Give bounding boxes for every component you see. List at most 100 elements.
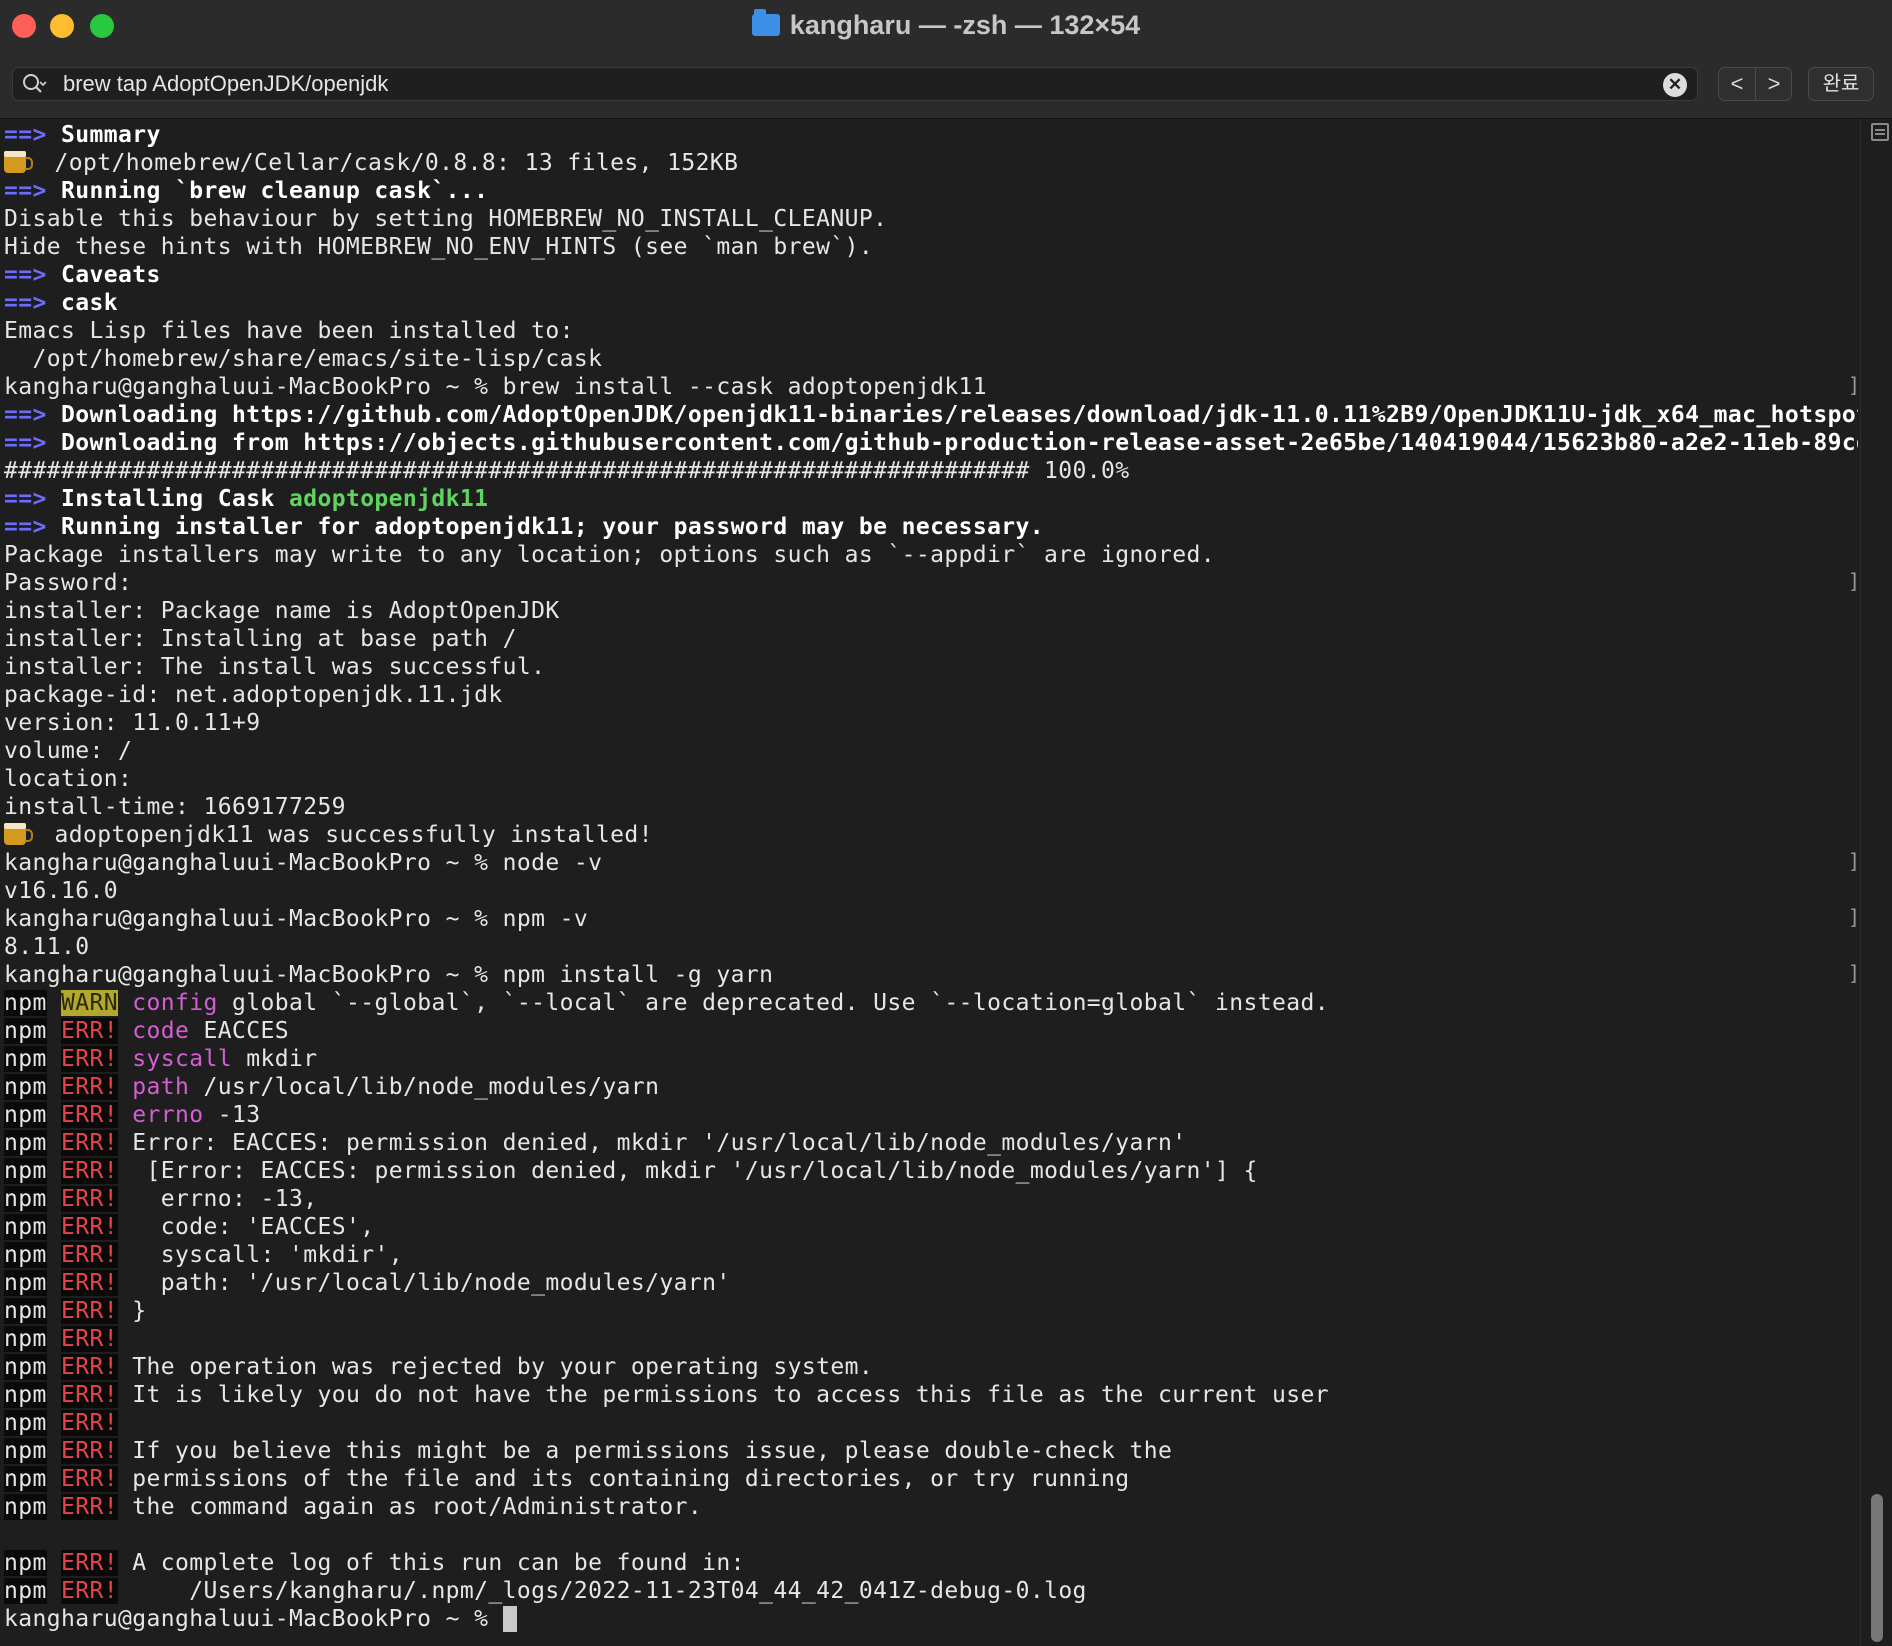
terminal-line: volume: /: [4, 737, 132, 765]
find-bar: ✕ < > 완료: [0, 52, 1892, 119]
terminal-line: npm ERR! the command again as root/Admin…: [4, 1493, 702, 1521]
terminal-line-text: ==> cask: [4, 290, 118, 316]
terminal-line-text: ==> Downloading from https://objects.git…: [4, 430, 1858, 456]
find-navigation: < >: [1718, 67, 1792, 101]
previous-match-button[interactable]: <: [1719, 68, 1756, 100]
terminal-line-text: kangharu@ganghaluui-MacBookPro ~ % npm -…: [4, 906, 589, 932]
terminal-line-text: npm ERR! }: [4, 1298, 147, 1324]
terminal-line-text: ==> Caveats: [4, 262, 161, 288]
terminal-line: installer: The install was successful.: [4, 653, 545, 681]
terminal-line: npm ERR! }: [4, 1297, 147, 1325]
scrollbar[interactable]: [1860, 119, 1892, 1646]
terminal-line: 8.11.0: [4, 933, 89, 961]
terminal-window: kangharu — -zsh — 132×54 ✕ < > 완료 ==> Su…: [0, 0, 1892, 1646]
terminal-line-text: /opt/homebrew/share/emacs/site-lisp/cask: [4, 346, 603, 372]
terminal-line-text: Disable this behaviour by setting HOMEBR…: [4, 206, 888, 232]
terminal-line-text: npm ERR! path: '/usr/local/lib/node_modu…: [4, 1270, 731, 1296]
terminal-line-text: installer: Installing at base path /: [4, 626, 517, 652]
terminal-line-text: ==> Downloading https://github.com/Adopt…: [4, 402, 1858, 428]
terminal-line: npm ERR! path: '/usr/local/lib/node_modu…: [4, 1269, 731, 1297]
terminal-line-text: installer: The install was successful.: [4, 654, 546, 680]
terminal-line: adoptopenjdk11 was successfully installe…: [4, 821, 653, 849]
terminal-line: /opt/homebrew/share/emacs/site-lisp/cask: [4, 345, 602, 373]
terminal-line-text: npm ERR! Error: EACCES: permission denie…: [4, 1130, 1187, 1156]
terminal-line-text: npm ERR! errno: -13,: [4, 1186, 318, 1212]
terminal-line: npm WARN config global `--global`, `--lo…: [4, 989, 1329, 1017]
terminal-line: npm ERR! [Error: EACCES: permission deni…: [4, 1157, 1258, 1185]
terminal-line: ==> Downloading https://github.com/Adopt…: [4, 401, 1858, 429]
terminal-line: installer: Package name is AdoptOpenJDK: [4, 597, 560, 625]
terminal-line: Disable this behaviour by setting HOMEBR…: [4, 205, 887, 233]
clear-search-button[interactable]: ✕: [1663, 73, 1687, 97]
terminal-line-text: kangharu@ganghaluui-MacBookPro ~ % brew …: [4, 374, 988, 400]
terminal-line-text: npm ERR! If you believe this might be a …: [4, 1438, 1173, 1464]
terminal-line: npm ERR! If you believe this might be a …: [4, 1437, 1172, 1465]
terminal-line-text: 8.11.0: [4, 934, 90, 960]
terminal-line: npm ERR! code: 'EACCES',: [4, 1213, 374, 1241]
terminal-line: ==> Running installer for adoptopenjdk11…: [4, 513, 1044, 541]
terminal-line: kangharu@ganghaluui-MacBookPro ~ %: [4, 1605, 517, 1633]
window-title-text: kangharu — -zsh — 132×54: [789, 10, 1141, 40]
terminal-line-text: kangharu@ganghaluui-MacBookPro ~ %: [4, 1606, 503, 1632]
command-mark: ]: [1848, 905, 1858, 929]
terminal-line: npm ERR! A complete log of this run can …: [4, 1549, 745, 1577]
terminal-line-text: npm ERR!: [4, 1326, 118, 1352]
next-match-button[interactable]: >: [1756, 68, 1792, 100]
terminal-line-text: npm ERR! syscall: 'mkdir',: [4, 1242, 403, 1268]
search-icon[interactable]: [21, 72, 47, 98]
terminal-line: kangharu@ganghaluui-MacBookPro ~ % npm i…: [4, 961, 773, 989]
terminal-line: ==> Caveats: [4, 261, 161, 289]
terminal-line-text: npm ERR! path /usr/local/lib/node_module…: [4, 1074, 660, 1100]
terminal-line: installer: Installing at base path /: [4, 625, 517, 653]
marks-icon[interactable]: [1871, 123, 1889, 141]
terminal-line-text: npm ERR! /Users/kangharu/.npm/_logs/2022…: [4, 1578, 1087, 1604]
search-box[interactable]: ✕: [12, 67, 1698, 101]
terminal-line: npm ERR! code EACCES: [4, 1017, 289, 1045]
terminal-line-text: Password:: [4, 570, 133, 596]
beer-icon: [4, 823, 33, 845]
terminal-line: Password:: [4, 569, 132, 597]
terminal-output[interactable]: ==> Summary /opt/homebrew/Cellar/cask/0.…: [0, 119, 1858, 1646]
command-mark: ]: [1848, 569, 1858, 593]
terminal-line-text: npm ERR! A complete log of this run can …: [4, 1550, 745, 1576]
terminal-line-text: install-time: 1669177259: [4, 794, 346, 820]
terminal-line-text: npm ERR! the command again as root/Admin…: [4, 1494, 703, 1520]
done-button[interactable]: 완료: [1808, 67, 1874, 101]
title-bar: kangharu — -zsh — 132×54: [0, 0, 1892, 52]
terminal-line: npm ERR! syscall mkdir: [4, 1045, 317, 1073]
terminal-line-text: Hide these hints with HOMEBREW_NO_ENV_HI…: [4, 234, 874, 260]
terminal-line: Package installers may write to any loca…: [4, 541, 1215, 569]
scrollbar-thumb[interactable]: [1871, 1494, 1883, 1642]
beer-icon: [4, 151, 33, 173]
terminal-line-text: npm ERR! errno -13: [4, 1102, 261, 1128]
terminal-line-text: adoptopenjdk11 was successfully installe…: [54, 822, 653, 848]
terminal-line: v16.16.0: [4, 877, 118, 905]
terminal-line: ==> cask: [4, 289, 118, 317]
terminal-line: npm ERR! The operation was rejected by y…: [4, 1353, 873, 1381]
terminal-line-text: package-id: net.adoptopenjdk.11.jdk: [4, 682, 503, 708]
terminal-line: kangharu@ganghaluui-MacBookPro ~ % npm -…: [4, 905, 588, 933]
terminal-line: npm ERR! Error: EACCES: permission denie…: [4, 1129, 1187, 1157]
terminal-line-text: npm ERR! code EACCES: [4, 1018, 289, 1044]
command-mark: ]: [1848, 961, 1858, 985]
terminal-line: kangharu@ganghaluui-MacBookPro ~ % brew …: [4, 373, 987, 401]
terminal-line-text: Package installers may write to any loca…: [4, 542, 1216, 568]
terminal-line: package-id: net.adoptopenjdk.11.jdk: [4, 681, 503, 709]
terminal-line-text: v16.16.0: [4, 878, 118, 904]
search-input[interactable]: [63, 70, 1623, 98]
terminal-line-text: ==> Installing Cask adoptopenjdk11: [4, 486, 489, 512]
terminal-line: Emacs Lisp files have been installed to:: [4, 317, 574, 345]
terminal-line: Hide these hints with HOMEBREW_NO_ENV_HI…: [4, 233, 873, 261]
terminal-line-text: kangharu@ganghaluui-MacBookPro ~ % npm i…: [4, 962, 774, 988]
terminal-line-text: ########################################…: [4, 458, 1130, 484]
terminal-line: ########################################…: [4, 457, 1130, 485]
terminal-line-text: /opt/homebrew/Cellar/cask/0.8.8: 13 file…: [54, 150, 739, 176]
terminal-line: /opt/homebrew/Cellar/cask/0.8.8: 13 file…: [4, 149, 738, 177]
terminal-line: ==> Installing Cask adoptopenjdk11: [4, 485, 488, 513]
terminal-line: npm ERR!: [4, 1325, 118, 1353]
window-title: kangharu — -zsh — 132×54: [0, 9, 1892, 41]
terminal-line: ==> Running `brew cleanup cask`...: [4, 177, 488, 205]
terminal-line: ==> Downloading from https://objects.git…: [4, 429, 1858, 457]
terminal-line: npm ERR! It is likely you do not have th…: [4, 1381, 1329, 1409]
terminal-line: kangharu@ganghaluui-MacBookPro ~ % node …: [4, 849, 602, 877]
